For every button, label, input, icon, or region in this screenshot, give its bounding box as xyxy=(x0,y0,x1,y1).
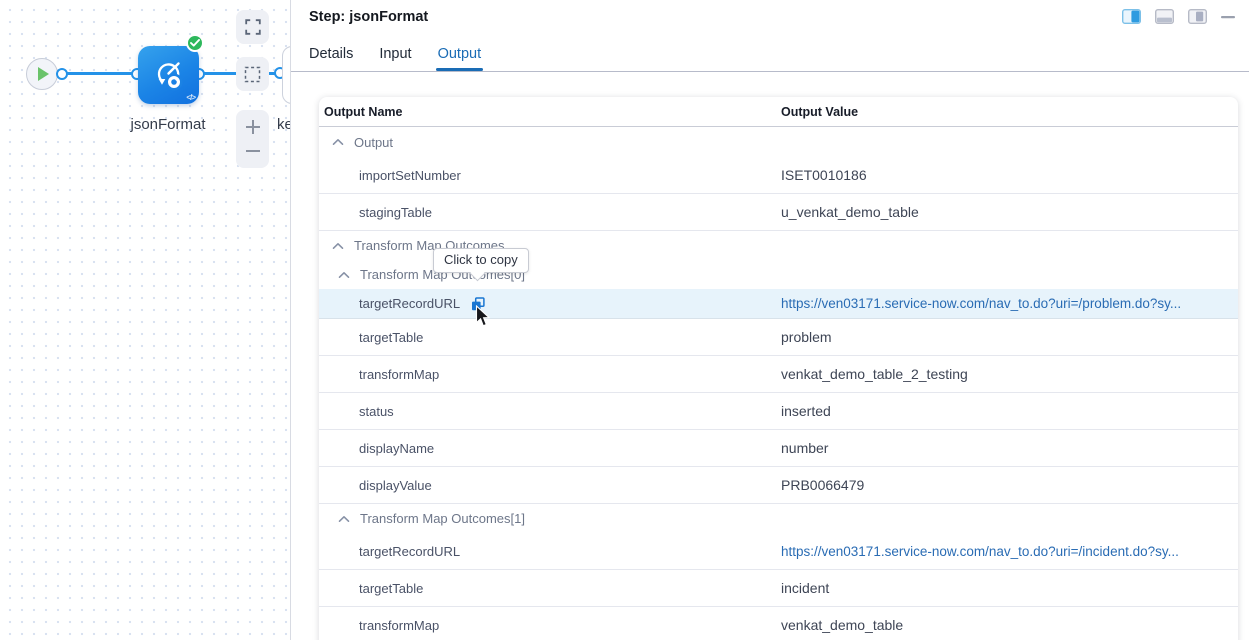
output-name: stagingTable xyxy=(319,205,781,220)
output-name: importSetNumber xyxy=(319,168,781,183)
layout-right-panel-icon[interactable] xyxy=(1188,9,1207,24)
table-row[interactable]: status inserted xyxy=(319,393,1238,430)
flow-start-node[interactable] xyxy=(26,58,58,90)
collapse-chevron-icon[interactable] xyxy=(332,138,344,146)
copy-tooltip-text: Click to copy xyxy=(444,252,518,267)
column-header-output-value: Output Value xyxy=(781,105,1238,119)
fullscreen-icon xyxy=(245,19,261,35)
zoom-in-icon[interactable] xyxy=(244,118,262,136)
output-value-link[interactable]: https://ven03171.service-now.com/nav_to.… xyxy=(781,296,1238,311)
panel-title: Step: jsonFormat xyxy=(309,9,428,25)
tab-details[interactable]: Details xyxy=(309,46,353,71)
check-icon xyxy=(186,34,204,52)
flow-designer-app: </> jsonFormat ke xyxy=(0,0,1249,640)
output-value: problem xyxy=(781,329,1238,345)
flow-canvas[interactable]: </> jsonFormat ke xyxy=(0,0,290,640)
tab-input[interactable]: Input xyxy=(379,46,411,71)
json-transform-icon xyxy=(152,58,186,92)
output-name: transformMap xyxy=(319,367,781,382)
table-row-highlighted[interactable]: targetRecordURL https://ven03171.service… xyxy=(319,289,1238,319)
table-row[interactable]: targetTable problem xyxy=(319,319,1238,356)
edge-start-to-node xyxy=(58,72,142,75)
fullscreen-button[interactable] xyxy=(236,10,269,44)
table-header-row: Output Name Output Value xyxy=(319,97,1238,127)
table-row[interactable]: targetTable incident xyxy=(319,570,1238,607)
column-header-output-name: Output Name xyxy=(319,105,781,119)
marquee-select-button[interactable] xyxy=(236,57,269,91)
output-name: displayValue xyxy=(319,478,781,493)
output-name: transformMap xyxy=(319,618,781,633)
minimize-icon[interactable] xyxy=(1221,15,1235,19)
output-name: targetRecordURL xyxy=(319,544,781,559)
table-row[interactable]: transformMap venkat_demo_table_2_testing xyxy=(319,356,1238,393)
output-value: venkat_demo_table_2_testing xyxy=(781,366,1238,382)
mouse-cursor-icon xyxy=(475,305,493,334)
output-value: inserted xyxy=(781,403,1238,419)
output-value: PRB0066479 xyxy=(781,477,1238,493)
output-value: venkat_demo_table xyxy=(781,617,1238,633)
start-node-output-port xyxy=(56,68,68,80)
table-row[interactable]: importSetNumber ISET0010186 xyxy=(319,157,1238,194)
code-icon: </> xyxy=(186,93,195,102)
group-label: Transform Map Outcomes[1] xyxy=(360,511,525,526)
group-label: Output xyxy=(354,135,393,150)
layout-bottom-panel-icon[interactable] xyxy=(1155,9,1174,24)
panel-tabs: Details Input Output xyxy=(309,46,481,71)
table-row[interactable]: displayName number xyxy=(319,430,1238,467)
output-name: displayName xyxy=(319,441,781,456)
group-row-transform-map-outcomes-1: Transform Map Outcomes[1] xyxy=(319,504,1238,533)
table-row[interactable]: displayValue PRB0066479 xyxy=(319,467,1238,504)
json-format-node[interactable]: </> xyxy=(138,46,199,104)
collapse-chevron-icon[interactable] xyxy=(338,515,350,523)
collapse-chevron-icon[interactable] xyxy=(338,271,350,279)
table-row[interactable]: stagingTable u_venkat_demo_table xyxy=(319,194,1238,231)
layout-split-view-icon[interactable] xyxy=(1122,9,1141,24)
output-value: incident xyxy=(781,580,1238,596)
next-node-label: ke xyxy=(277,116,290,133)
output-value: ISET0010186 xyxy=(781,167,1238,183)
output-name: targetTable xyxy=(319,581,781,596)
tabs-divider xyxy=(291,71,1249,72)
output-table-card: Output Name Output Value Output importSe… xyxy=(319,97,1238,640)
canvas-toolbar xyxy=(236,10,269,168)
panel-window-controls xyxy=(1122,9,1235,24)
collapse-chevron-icon[interactable] xyxy=(332,242,344,250)
output-value: u_venkat_demo_table xyxy=(781,204,1238,220)
group-row-output: Output xyxy=(319,127,1238,157)
table-row[interactable]: targetRecordURL https://ven03171.service… xyxy=(319,533,1238,570)
table-row[interactable]: transformMap venkat_demo_table xyxy=(319,607,1238,640)
output-name: targetRecordURL xyxy=(319,296,781,311)
output-value: number xyxy=(781,440,1238,456)
output-name: targetTable xyxy=(319,330,781,345)
zoom-control xyxy=(236,110,269,168)
play-icon xyxy=(38,67,49,81)
copy-tooltip: Click to copy xyxy=(433,248,529,273)
tab-output[interactable]: Output xyxy=(438,46,482,71)
step-detail-panel: Step: jsonFormat xyxy=(290,0,1249,640)
output-value-link[interactable]: https://ven03171.service-now.com/nav_to.… xyxy=(781,544,1238,559)
next-node-partial[interactable] xyxy=(282,46,290,104)
node-label: jsonFormat xyxy=(110,116,226,133)
marquee-select-icon xyxy=(244,66,261,83)
zoom-out-icon[interactable] xyxy=(244,142,262,160)
output-name: status xyxy=(319,404,781,419)
